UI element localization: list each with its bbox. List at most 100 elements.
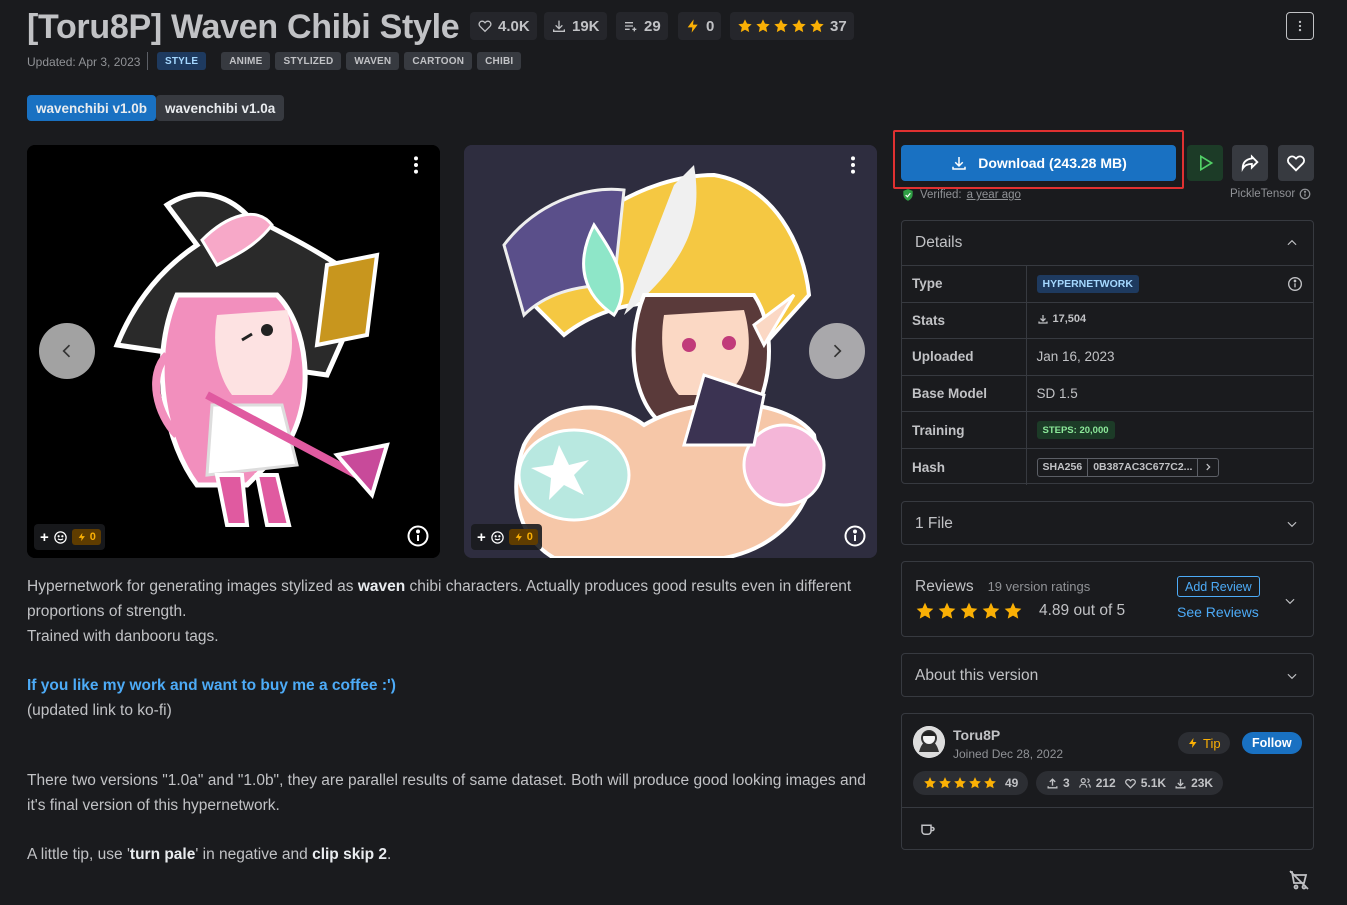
info-icon[interactable] xyxy=(843,524,867,548)
description-bold: clip skip 2 xyxy=(312,846,388,863)
tag-stylized[interactable]: STYLIZED xyxy=(275,52,342,70)
chevron-down-icon xyxy=(1287,673,1297,680)
prev-image-button[interactable] xyxy=(39,323,95,379)
image-buzz[interactable]: 0 xyxy=(71,529,101,545)
tag-waven[interactable]: WAVEN xyxy=(346,52,400,70)
kofi-link[interactable]: If you like my work and want to buy me a… xyxy=(27,673,882,698)
follow-button[interactable]: Follow xyxy=(1242,732,1302,754)
details-key: Type xyxy=(902,265,1027,303)
about-version-panel[interactable]: About this version xyxy=(901,653,1314,697)
smiley-icon xyxy=(491,530,504,544)
download-icon xyxy=(553,20,565,32)
details-panel: Details Type HYPERNETWORK Stats 17,504 U… xyxy=(901,220,1314,486)
description-paragraph-1: Hypernetwork for generating images styli… xyxy=(27,574,882,624)
files-header[interactable]: 1 File xyxy=(902,502,1313,546)
hash-type[interactable]: SHA256 xyxy=(1038,459,1088,476)
chevron-right-icon xyxy=(833,344,842,358)
details-header[interactable]: Details xyxy=(902,221,1313,265)
details-value: SHA256 0B387AC3C677C2... xyxy=(1026,447,1313,486)
info-icon[interactable] xyxy=(1299,188,1311,200)
image-menu-button[interactable] xyxy=(404,153,428,177)
version-tab-v1-0b[interactable]: wavenchibi v1.0b xyxy=(27,95,157,121)
tag-chibi[interactable]: CHIBI xyxy=(477,52,522,70)
gallery-image-2[interactable]: + 0 xyxy=(464,145,877,558)
download-icon xyxy=(1175,778,1186,789)
info-icon[interactable] xyxy=(406,524,430,548)
users-icon xyxy=(1078,778,1091,788)
about-header[interactable]: About this version xyxy=(902,654,1313,698)
hash-value[interactable]: 0B387AC3C677C2... xyxy=(1087,458,1197,476)
add-reaction-icon[interactable]: + xyxy=(40,529,49,546)
smiley-icon xyxy=(54,530,67,544)
details-table: Type HYPERNETWORK Stats 17,504 Uploaded … xyxy=(902,265,1313,486)
download-icon xyxy=(1037,314,1048,324)
description-bold: waven xyxy=(357,578,406,595)
details-key: Training xyxy=(902,411,1027,449)
version-tab-v1-0a[interactable]: wavenchibi v1.0a xyxy=(156,95,285,121)
tag-cartoon[interactable]: CARTOON xyxy=(404,52,473,70)
description-text: . xyxy=(387,846,392,863)
creator-joined: Joined Dec 28, 2022 xyxy=(953,747,1064,761)
chevron-down-icon[interactable] xyxy=(1283,594,1297,608)
star-icon xyxy=(969,777,981,789)
hash-next-button[interactable] xyxy=(1197,458,1218,476)
description-paragraph-5: A little tip, use 'turn pale' in negativ… xyxy=(27,842,882,867)
divider xyxy=(147,52,148,70)
heart-icon xyxy=(478,20,492,33)
gallery-image-1[interactable]: + 0 xyxy=(27,145,440,558)
scanner-name: PickleTensor xyxy=(1230,188,1296,200)
more-options-button[interactable] xyxy=(1286,12,1314,40)
share-button[interactable] xyxy=(1232,145,1268,181)
bolt-icon xyxy=(515,532,522,542)
playlist-add-icon xyxy=(625,22,637,32)
chevron-down-icon xyxy=(1287,521,1297,528)
tag-style[interactable]: STYLE xyxy=(157,52,207,70)
creator-name[interactable]: Toru8P xyxy=(953,727,1000,743)
creator-avatar-image xyxy=(913,726,945,758)
image-buzz[interactable]: 0 xyxy=(508,529,538,545)
chevron-up-icon xyxy=(1287,239,1297,246)
star-icon xyxy=(984,777,996,789)
favorite-button[interactable] xyxy=(1278,145,1314,181)
tag-list: STYLE ANIME STYLIZED WAVEN CARTOON CHIBI xyxy=(147,52,522,70)
tip-button[interactable]: Tip xyxy=(1178,732,1230,754)
dots-vertical-icon xyxy=(414,156,418,174)
see-reviews-link[interactable]: See Reviews xyxy=(1177,604,1259,620)
details-value: STEPS: 20,000 xyxy=(1026,411,1313,449)
divider xyxy=(902,807,1313,808)
stats-downloads-count: 17,504 xyxy=(1052,312,1087,325)
files-panel[interactable]: 1 File xyxy=(901,501,1314,545)
reviews-heading: Reviews 19 version ratings xyxy=(915,578,1090,596)
hash-copy[interactable]: SHA256 0B387AC3C677C2... xyxy=(1036,457,1220,477)
details-row-type: Type HYPERNETWORK xyxy=(902,265,1313,303)
image-menu-button[interactable] xyxy=(841,153,865,177)
avatar[interactable] xyxy=(913,726,945,758)
description-paragraph-3: (updated link to ko-fi) xyxy=(27,702,172,719)
collections-stat[interactable]: 29 xyxy=(616,12,668,40)
creator-followers: 212 xyxy=(1078,776,1116,790)
next-image-button[interactable] xyxy=(809,323,865,379)
verified-time[interactable]: a year ago xyxy=(967,189,1021,201)
cart-off-icon[interactable] xyxy=(1287,868,1311,892)
creator-card: Toru8P Joined Dec 28, 2022 Tip Follow 49… xyxy=(901,713,1314,850)
likes-stat[interactable]: 4.0K xyxy=(470,12,537,40)
info-icon[interactable] xyxy=(1287,276,1303,292)
buzz-stat[interactable]: 0 xyxy=(678,12,722,40)
add-review-button[interactable]: Add Review xyxy=(1177,576,1260,597)
run-button[interactable] xyxy=(1187,145,1223,181)
image-reactions[interactable]: + 0 xyxy=(471,524,542,550)
bolt-icon xyxy=(1189,738,1197,748)
verified-status: Verified: a year ago xyxy=(901,188,1021,202)
star-icon xyxy=(960,602,978,619)
review-stars xyxy=(915,601,1023,621)
download-highlight-box xyxy=(893,130,1184,189)
details-row-stats: Stats 17,504 xyxy=(902,301,1313,339)
scanner-info: PickleTensor xyxy=(1230,188,1311,200)
star-icon xyxy=(756,19,770,33)
rating-stat[interactable]: 37 xyxy=(730,12,854,40)
coffee-icon[interactable] xyxy=(919,820,937,838)
tag-anime[interactable]: ANIME xyxy=(221,52,271,70)
description-text: Hypernetwork for generating images styli… xyxy=(27,578,358,595)
add-reaction-icon[interactable]: + xyxy=(477,529,486,546)
image-reactions[interactable]: + 0 xyxy=(34,524,105,550)
